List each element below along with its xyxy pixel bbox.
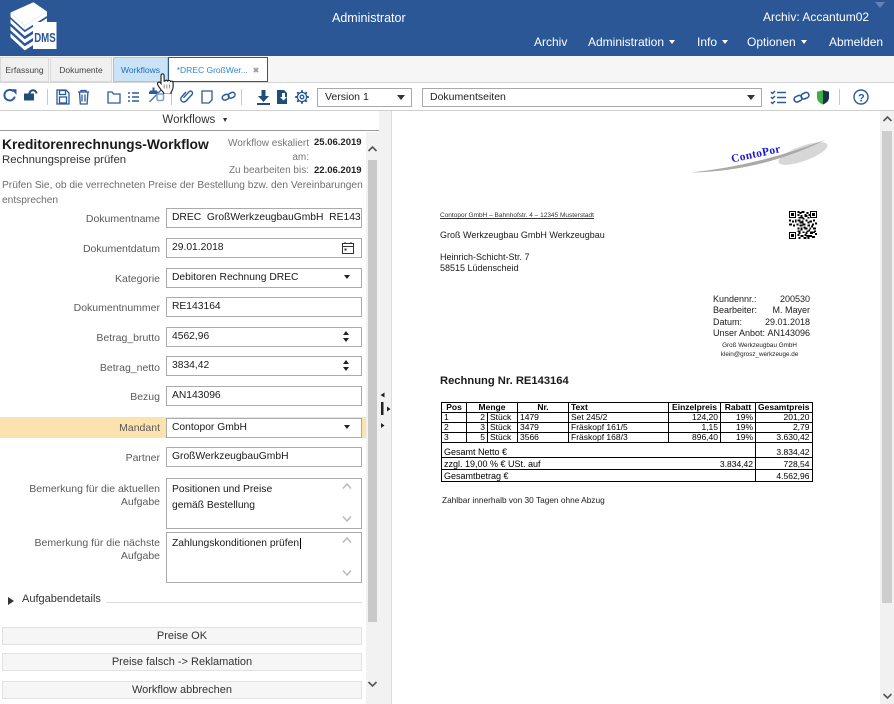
svg-text:?: ? <box>858 93 865 105</box>
svg-text:DMS: DMS <box>34 31 56 45</box>
